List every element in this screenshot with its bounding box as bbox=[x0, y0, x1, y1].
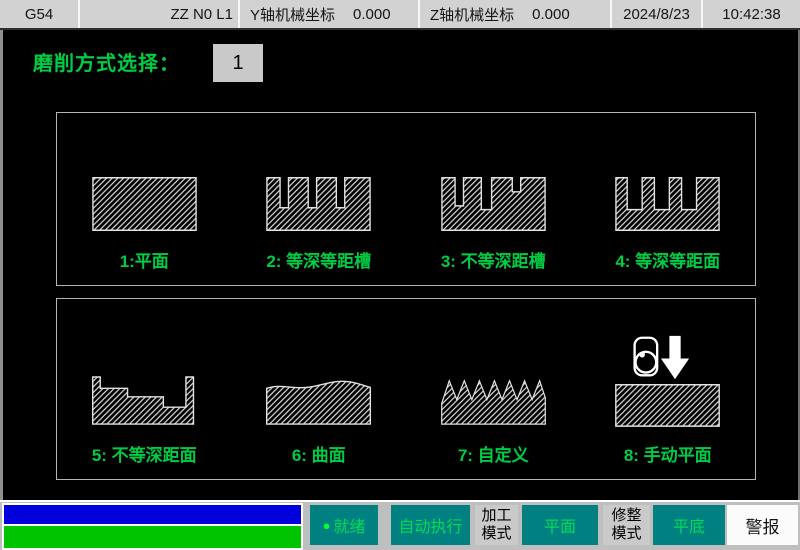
ready-button[interactable]: ● 就绪 bbox=[310, 505, 378, 545]
auto-execute-button[interactable]: 自动执行 bbox=[391, 505, 470, 545]
mode-label-4: 4: 等深等距面 bbox=[615, 252, 721, 271]
status-indicator-box bbox=[2, 503, 303, 550]
program-status-value: ZZ N0 L1 bbox=[170, 5, 233, 23]
mode-group-2: 5: 不等深距面 6: 曲面 7: 自定义 8: 手动平面 bbox=[56, 298, 756, 480]
curved-surface-icon bbox=[266, 380, 372, 425]
alarm-button[interactable]: 警报 bbox=[727, 505, 798, 545]
flat-bottom-label: 平底 bbox=[672, 519, 705, 536]
equal-depth-surfaces-icon bbox=[615, 177, 721, 231]
auto-execute-label: 自动执行 bbox=[398, 519, 463, 536]
main-area: 磨削方式选择： 1 1:平面 2: 等深等距槽 3: 不等深距槽 4: 等深等距… bbox=[0, 30, 800, 500]
mode-option-7[interactable]: 7: 自定义 bbox=[406, 299, 581, 479]
machining-mode-line2: 模式 bbox=[481, 525, 512, 542]
cnc-screen: G54 ZZ N0 L1 Y轴机械坐标 0.000 Z轴机械坐标 0.000 2… bbox=[0, 0, 800, 550]
date-display: 2024/8/23 bbox=[612, 0, 703, 28]
mode-label-2: 2: 等深等距槽 bbox=[266, 252, 372, 271]
time-display: 10:42:38 bbox=[703, 0, 800, 28]
mode-option-5[interactable]: 5: 不等深距面 bbox=[57, 299, 232, 479]
page-title: 磨削方式选择： bbox=[33, 53, 180, 75]
date-value: 2024/8/23 bbox=[623, 5, 690, 23]
z-axis-value: 0.000 bbox=[532, 5, 570, 23]
mode-option-1[interactable]: 1:平面 bbox=[57, 113, 232, 285]
alarm-label: 警报 bbox=[745, 517, 780, 537]
dressing-mode-button[interactable]: 修整 模式 bbox=[603, 505, 650, 545]
program-status-display: ZZ N0 L1 bbox=[80, 0, 240, 28]
mode-group-1: 1:平面 2: 等深等距槽 3: 不等深距槽 4: 等深等距面 bbox=[56, 112, 756, 286]
flat-bottom-button[interactable]: 平底 bbox=[653, 505, 725, 545]
work-offset-value: G54 bbox=[24, 5, 54, 23]
mode-option-8[interactable]: 8: 手动平面 bbox=[581, 299, 756, 479]
ready-indicator-dot: ● bbox=[322, 517, 331, 533]
mode-option-3[interactable]: 3: 不等深距槽 bbox=[406, 113, 581, 285]
mode-option-4[interactable]: 4: 等深等距面 bbox=[581, 113, 756, 285]
plane-button[interactable]: 平面 bbox=[522, 505, 598, 545]
mode-option-2[interactable]: 2: 等深等距槽 bbox=[232, 113, 407, 285]
bottom-bar: ● 就绪 自动执行 加工 模式 平面 修整 模式 平底 警报 bbox=[0, 502, 800, 550]
dressing-mode-line1: 修整 bbox=[611, 507, 642, 524]
dressing-mode-line2: 模式 bbox=[611, 525, 642, 542]
time-value: 10:42:38 bbox=[722, 5, 781, 23]
status-bar-blue bbox=[4, 505, 301, 526]
equal-depth-grooves-icon bbox=[266, 177, 372, 231]
manual-flat-icon bbox=[615, 335, 721, 427]
down-arrow-icon bbox=[661, 335, 690, 380]
unequal-depth-grooves-icon bbox=[440, 177, 546, 231]
ready-label: 就绪 bbox=[333, 519, 366, 536]
z-axis-label: Z轴机械坐标 bbox=[430, 6, 515, 24]
status-bar: G54 ZZ N0 L1 Y轴机械坐标 0.000 Z轴机械坐标 0.000 2… bbox=[0, 0, 800, 30]
mode-label-3: 3: 不等深距槽 bbox=[440, 252, 546, 271]
machining-mode-button[interactable]: 加工 模式 bbox=[475, 505, 518, 545]
z-axis-coordinate: Z轴机械坐标 0.000 bbox=[420, 0, 612, 28]
flat-surface-icon bbox=[91, 177, 197, 231]
stepped-surface-icon bbox=[91, 376, 194, 425]
mode-label-5: 5: 不等深距面 bbox=[91, 446, 197, 465]
work-offset-display: G54 bbox=[0, 0, 80, 28]
mode-select-input[interactable]: 1 bbox=[213, 44, 263, 82]
y-axis-coordinate: Y轴机械坐标 0.000 bbox=[240, 0, 420, 28]
status-bar-green bbox=[4, 526, 301, 548]
y-axis-label: Y轴机械坐标 bbox=[250, 6, 336, 24]
mode-label-8: 8: 手动平面 bbox=[623, 446, 712, 465]
mode-label-6: 6: 曲面 bbox=[291, 446, 346, 465]
custom-profile-icon bbox=[440, 379, 546, 425]
plane-label: 平面 bbox=[543, 519, 576, 536]
mode-label-1: 1:平面 bbox=[119, 252, 169, 271]
mode-option-6[interactable]: 6: 曲面 bbox=[232, 299, 407, 479]
machining-mode-line1: 加工 bbox=[481, 507, 512, 524]
y-axis-value: 0.000 bbox=[353, 5, 391, 23]
mode-label-7: 7: 自定义 bbox=[457, 446, 529, 465]
